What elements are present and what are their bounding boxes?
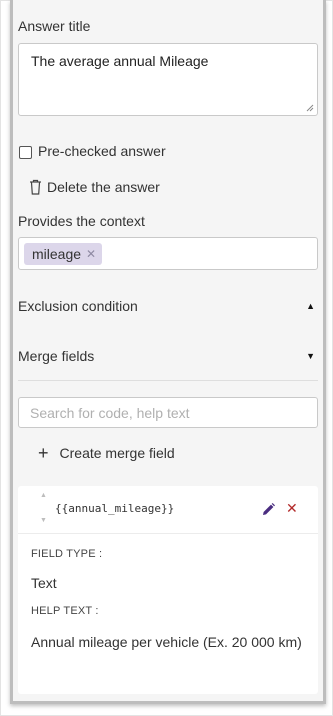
- exclusion-condition-label: Exclusion condition: [18, 298, 138, 314]
- context-tags-input[interactable]: mileage ✕: [18, 237, 318, 270]
- create-merge-field-button[interactable]: + Create merge field: [38, 442, 175, 464]
- drag-handle-icon[interactable]: ▼: [40, 517, 47, 524]
- answer-settings-panel: Answer title The average annual Mileage …: [10, 0, 326, 704]
- prechecked-checkbox[interactable]: [19, 146, 32, 159]
- close-icon[interactable]: ✕: [286, 500, 298, 516]
- trash-icon: [30, 179, 41, 195]
- context-tag: mileage ✕: [24, 243, 103, 265]
- caret-down-icon: ▼: [306, 351, 315, 361]
- drag-handle-icon[interactable]: ▲: [40, 492, 47, 499]
- merge-field-code: {{annual_mileage}}: [55, 502, 175, 515]
- resize-grip-icon[interactable]: [306, 104, 314, 112]
- help-text-label: HELP TEXT :: [31, 605, 99, 617]
- exclusion-condition-toggle[interactable]: Exclusion condition ▲: [18, 295, 318, 317]
- delete-answer-label: Delete the answer: [47, 179, 160, 195]
- delete-answer-button[interactable]: Delete the answer: [29, 177, 160, 197]
- caret-up-icon: ▲: [306, 301, 315, 311]
- help-text-value: Annual mileage per vehicle (Ex. 20 000 k…: [31, 634, 302, 650]
- merge-field-card-header: ▲ ▼ {{annual_mileage}} ✕: [18, 486, 318, 534]
- context-label: Provides the context: [18, 213, 145, 229]
- pencil-icon[interactable]: [261, 502, 276, 517]
- answer-title-value: The average annual Mileage: [31, 53, 209, 69]
- context-tag-label: mileage: [32, 246, 82, 262]
- merge-field-search-input[interactable]: [18, 397, 318, 428]
- field-type-label: FIELD TYPE :: [31, 548, 103, 560]
- merge-field-card: ▲ ▼ {{annual_mileage}} ✕ FIELD TYPE : Te…: [18, 486, 318, 694]
- merge-fields-label: Merge fields: [18, 348, 95, 364]
- answer-title-label: Answer title: [18, 18, 91, 34]
- close-icon[interactable]: ✕: [86, 248, 96, 260]
- create-merge-field-label: Create merge field: [59, 445, 175, 461]
- merge-fields-toggle[interactable]: Merge fields ▼: [18, 345, 318, 367]
- field-type-value: Text: [31, 575, 57, 591]
- prechecked-label[interactable]: Pre-checked answer: [38, 143, 166, 159]
- divider: [18, 380, 318, 381]
- plus-icon: +: [38, 443, 49, 463]
- answer-title-textarea[interactable]: The average annual Mileage: [18, 43, 318, 116]
